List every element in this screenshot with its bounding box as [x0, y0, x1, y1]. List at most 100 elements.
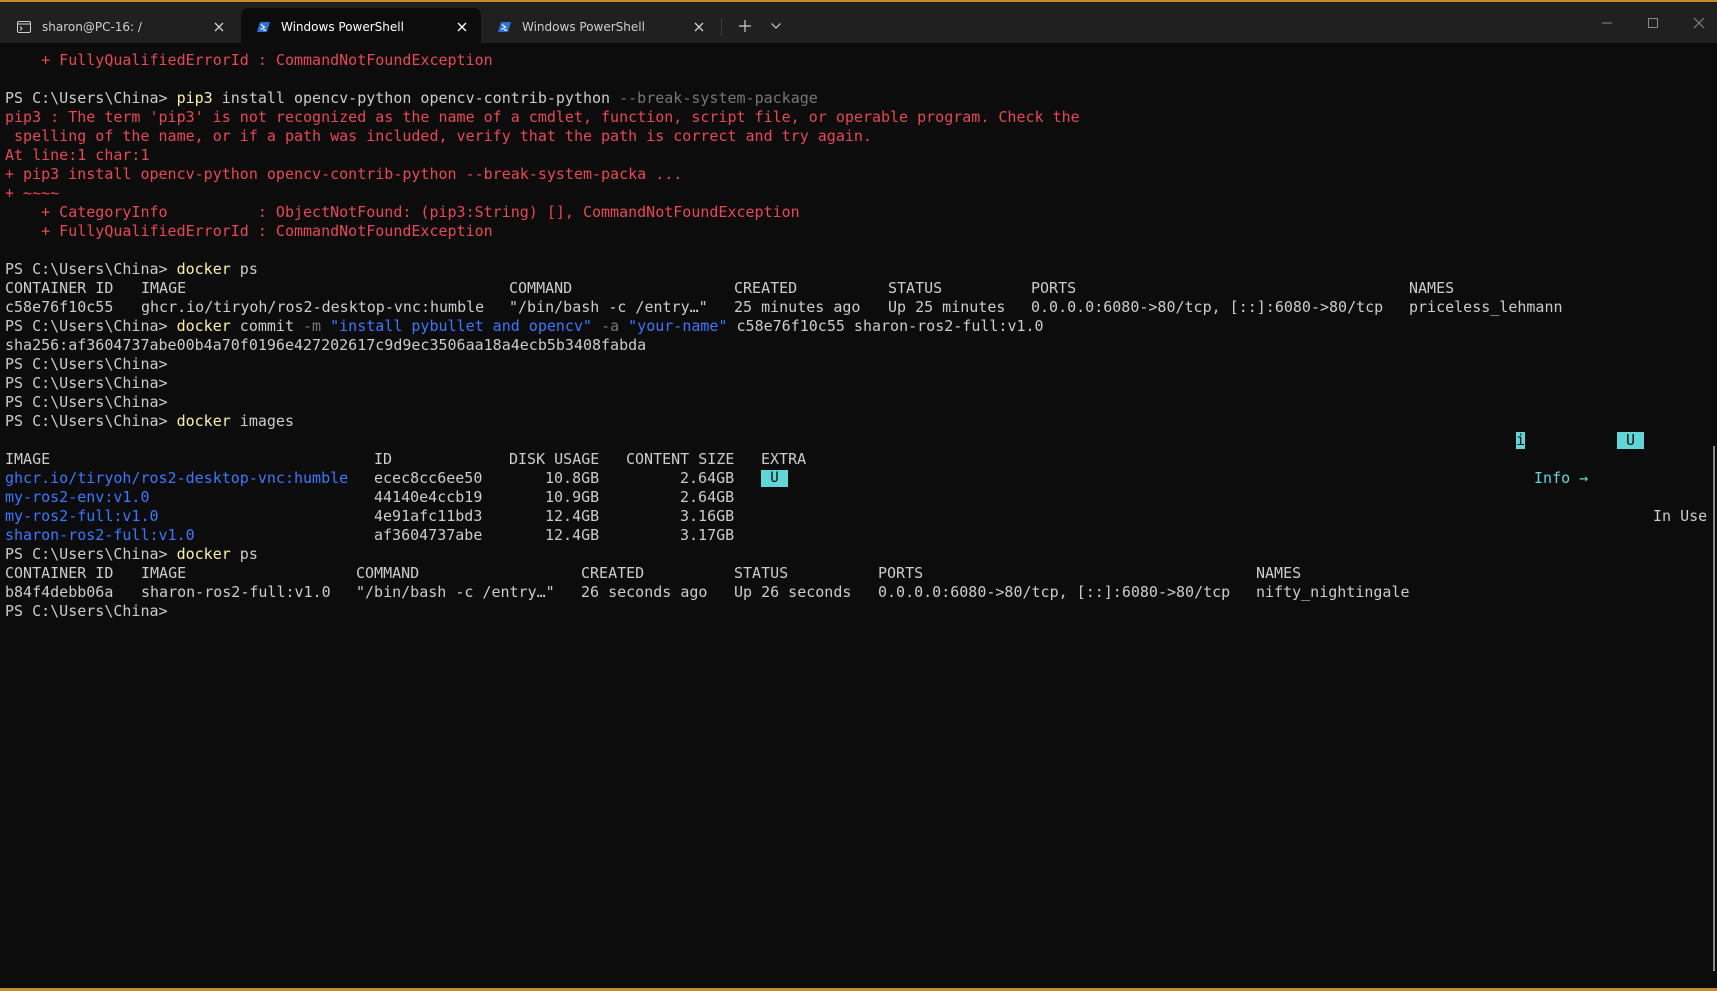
terminal-output[interactable]: + FullyQualifiedErrorId : CommandNotFoun… — [5, 51, 1707, 991]
command-args: ps — [230, 545, 258, 563]
image-name: my-ros2-env:v1.0 — [5, 488, 150, 506]
tab-powershell[interactable]: Windows PowerShell — [482, 8, 718, 45]
column-header: DISK USAGE — [509, 450, 600, 468]
error-line: + FullyQualifiedErrorId : CommandNotFoun… — [5, 222, 493, 240]
error-line: At line:1 char:1 — [5, 146, 150, 164]
column-header: STATUS — [734, 564, 789, 582]
table-row: ghcr.io/tiryoh/ros2-desktop-vnc:humble e… — [5, 469, 1705, 488]
command-line: PS C:\Users\China> docker commit -m "ins… — [5, 317, 1044, 336]
window-close-icon[interactable] — [1692, 16, 1706, 30]
close-icon[interactable] — [692, 20, 706, 34]
column-header: CONTENT SIZE — [626, 450, 735, 468]
column-header: EXTRA — [761, 450, 807, 468]
command-name: docker — [176, 545, 231, 563]
maximize-icon[interactable] — [1646, 16, 1660, 30]
column-header: CREATED — [581, 564, 645, 582]
content-size: 3.17GB — [680, 526, 735, 544]
tab-title: Windows PowerShell — [281, 19, 404, 34]
tab-powershell-active[interactable]: Windows PowerShell — [241, 8, 481, 45]
column-header: COMMAND — [356, 564, 420, 582]
image-id: af3604737abe — [374, 526, 483, 544]
command-args: commit — [230, 317, 304, 335]
image-id: 4e91afc11bd3 — [374, 507, 483, 525]
error-line: + FullyQualifiedErrorId : CommandNotFoun… — [5, 51, 493, 69]
prompt: PS C:\Users\China> — [5, 412, 168, 430]
table-row: c58e76f10c55 ghcr.io/tiryoh/ros2-desktop… — [5, 298, 1705, 317]
command-line: PS C:\Users\China> docker images — [5, 412, 294, 431]
prompt: PS C:\Users\China> — [5, 602, 168, 620]
disk-usage: 12.4GB — [545, 526, 600, 544]
table-row: sharon-ros2-full:v1.0 af3604737abe 12.4G… — [5, 526, 1705, 545]
table-header: CONTAINER ID IMAGE COMMAND CREATED STATU… — [5, 279, 1705, 298]
table-cell: sharon-ros2-full:v1.0 — [141, 583, 331, 601]
in-use-key-badge: U — [1617, 432, 1644, 449]
prompt: PS C:\Users\China> — [5, 355, 168, 373]
table-cell: priceless_lehmann — [1409, 298, 1563, 316]
command-flag: -a — [601, 317, 620, 335]
command-args: ps — [230, 260, 258, 278]
close-icon[interactable] — [212, 20, 226, 34]
error-line: + CategoryInfo : ObjectNotFound: (pip3:S… — [5, 203, 800, 221]
tab-separator — [721, 18, 722, 36]
column-header: PORTS — [1031, 279, 1077, 297]
prompt: PS C:\Users\China> — [5, 317, 168, 335]
image-name: sharon-ros2-full:v1.0 — [5, 526, 195, 544]
column-header: CREATED — [734, 279, 798, 297]
table-cell: ghcr.io/tiryoh/ros2-desktop-vnc:humble — [141, 298, 485, 316]
content-size: 2.64GB — [680, 488, 735, 506]
column-header: PORTS — [878, 564, 924, 582]
info-key-badge: i — [1516, 431, 1526, 449]
powershell-icon — [257, 21, 270, 32]
minimize-icon[interactable] — [1600, 16, 1614, 30]
prompt: PS C:\Users\China> — [5, 374, 168, 392]
images-legend: i Info → U In Use — [1516, 431, 1707, 525]
tab-title: Windows PowerShell — [522, 19, 645, 34]
error-line: + ~~~~ — [5, 184, 60, 202]
error-line: pip3 : The term 'pip3' is not recognized… — [5, 108, 1080, 126]
in-use-badge: U — [761, 470, 788, 487]
tab-title: sharon@PC-16: / — [42, 19, 142, 34]
command-name: docker — [176, 412, 231, 430]
column-header: COMMAND — [509, 279, 573, 297]
title-bar: sharon@PC-16: / Windows PowerShell Windo… — [0, 0, 1717, 45]
image-id: ecec8cc6ee50 — [374, 469, 483, 487]
table-cell: 0.0.0.0:6080->80/tcp, [::]:6080->80/tcp — [878, 583, 1231, 601]
column-header: IMAGE — [141, 279, 187, 297]
command-args: images — [230, 412, 294, 430]
column-header: NAMES — [1256, 564, 1302, 582]
table-cell: Up 25 minutes — [888, 298, 1006, 316]
command-name: docker — [176, 317, 231, 335]
table-cell: 26 seconds ago — [581, 583, 708, 601]
command-string: "your-name" — [628, 317, 728, 335]
table-header: IMAGE ID DISK USAGE CONTENT SIZE EXTRA — [5, 450, 1705, 469]
content-size: 2.64GB — [680, 469, 735, 487]
scrollbar[interactable] — [1713, 446, 1715, 971]
powershell-icon — [498, 21, 511, 32]
table-cell: 25 minutes ago — [734, 298, 861, 316]
table-cell: "/bin/bash -c /entry…" — [356, 583, 555, 601]
close-icon[interactable] — [455, 20, 469, 34]
command-line: PS C:\Users\China> docker ps — [5, 545, 258, 564]
prompt: PS C:\Users\China> — [5, 260, 168, 278]
tab-wsl[interactable]: sharon@PC-16: / — [2, 8, 238, 45]
disk-usage: 12.4GB — [545, 507, 600, 525]
command-flag: -m — [303, 317, 322, 335]
prompt: PS C:\Users\China> — [5, 545, 168, 563]
command-name: pip3 — [176, 89, 213, 107]
column-header: ID — [374, 450, 393, 468]
column-header: IMAGE — [5, 450, 51, 468]
plus-icon[interactable] — [738, 19, 752, 33]
chevron-down-icon[interactable] — [770, 22, 782, 30]
command-line: PS C:\Users\China> docker ps — [5, 260, 258, 279]
column-header: NAMES — [1409, 279, 1455, 297]
table-row: my-ros2-full:v1.0 4e91afc11bd3 12.4GB 3.… — [5, 507, 1705, 526]
terminal-icon — [17, 20, 31, 33]
error-line: spelling of the name, or if a path was i… — [5, 127, 872, 145]
command-args: c58e76f10c55 sharon-ros2-full:v1.0 — [727, 317, 1044, 335]
column-header: STATUS — [888, 279, 943, 297]
column-header: CONTAINER ID — [5, 279, 114, 297]
table-cell: b84f4debb06a — [5, 583, 114, 601]
command-flag: --break-system-package — [619, 89, 818, 107]
command-name: docker — [176, 260, 231, 278]
prompt: PS C:\Users\China> — [5, 393, 168, 411]
